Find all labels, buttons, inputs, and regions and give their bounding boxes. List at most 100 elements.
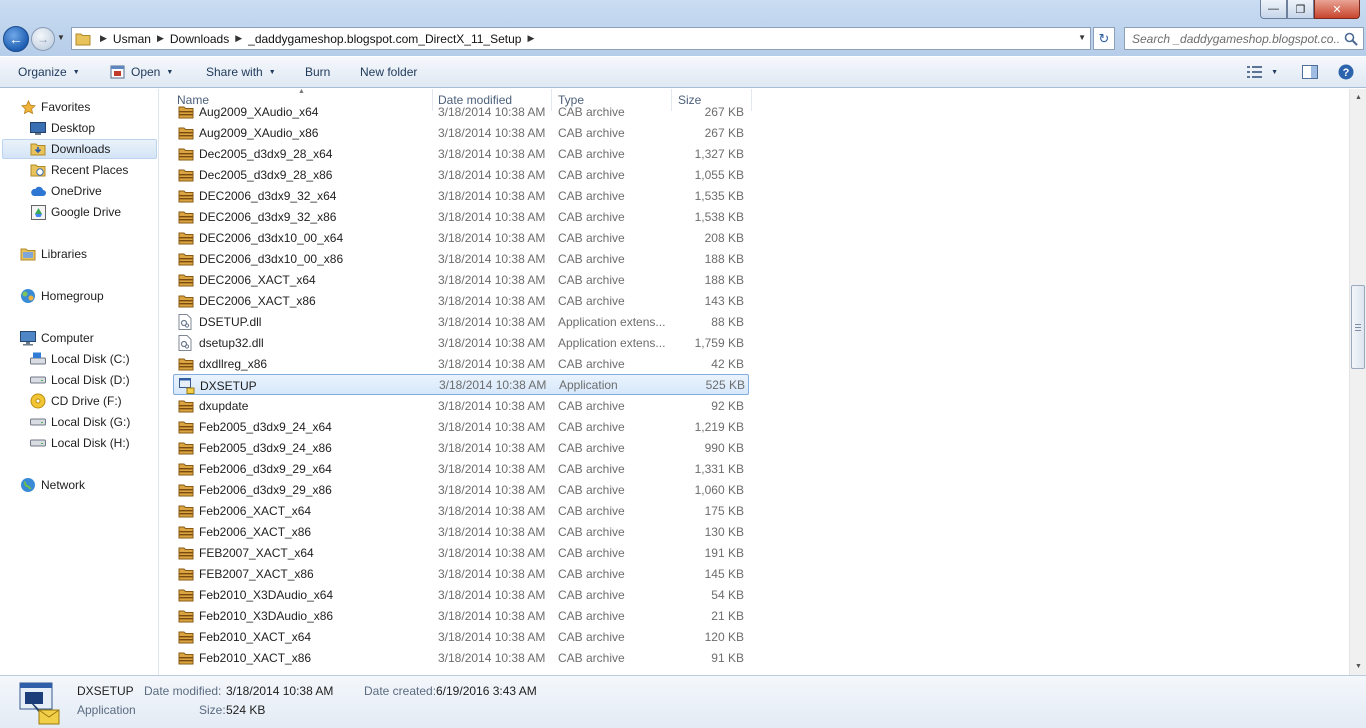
nav-downloads[interactable]: Downloads bbox=[2, 139, 157, 159]
nav-favorites[interactable]: Favorites bbox=[20, 97, 90, 117]
file-name-cell[interactable]: FEB2007_XACT_x86 bbox=[178, 563, 314, 584]
nav-recent-places[interactable]: Recent Places bbox=[30, 160, 128, 180]
nav-local-disk-h[interactable]: Local Disk (H:) bbox=[30, 433, 130, 453]
help-icon[interactable]: ? bbox=[1338, 64, 1354, 80]
file-row[interactable]: Aug2009_XAudio_x86 3/18/2014 10:38 AM CAB … bbox=[173, 122, 749, 143]
file-name-cell[interactable]: Feb2006_d3dx9_29_x86 bbox=[178, 479, 332, 500]
file-row[interactable]: DEC2006_d3dx9_32_x64 3/18/2014 10:38 AM CA… bbox=[173, 185, 749, 206]
file-name-cell[interactable]: dxdllreg_x86 bbox=[178, 353, 267, 374]
file-row[interactable]: Feb2006_XACT_x64 3/18/2014 10:38 AM CAB ar… bbox=[173, 500, 749, 521]
file-name-cell[interactable]: FEB2007_XACT_x64 bbox=[178, 542, 314, 563]
file-name-cell[interactable]: DEC2006_d3dx9_32_x64 bbox=[178, 185, 336, 206]
nav-network[interactable]: Network bbox=[20, 475, 85, 495]
file-row[interactable]: DEC2006_d3dx9_32_x86 3/18/2014 10:38 AM CA… bbox=[173, 206, 749, 227]
file-name-cell[interactable]: DEC2006_d3dx9_32_x86 bbox=[178, 206, 336, 227]
breadcrumb-current-folder[interactable]: _daddygameshop.blogspot.com_DirectX_11_S… bbox=[248, 32, 521, 46]
file-name-cell[interactable]: Feb2006_XACT_x86 bbox=[178, 521, 311, 542]
file-row[interactable]: Feb2005_d3dx9_24_x86 3/18/2014 10:38 AM CA… bbox=[173, 437, 749, 458]
file-name-cell[interactable]: DEC2006_XACT_x86 bbox=[178, 290, 316, 311]
breadcrumb-downloads[interactable]: Downloads bbox=[170, 32, 229, 46]
search-input[interactable]: Search _daddygameshop.blogspot.co... bbox=[1124, 27, 1364, 50]
file-row[interactable]: DEC2006_XACT_x86 3/18/2014 10:38 AM CAB ar… bbox=[173, 290, 749, 311]
file-name-cell[interactable]: Feb2010_XACT_x64 bbox=[178, 626, 311, 647]
breadcrumb-separator-icon[interactable]: ▶ bbox=[151, 33, 170, 44]
breadcrumb-separator-icon[interactable]: ▶ bbox=[229, 33, 248, 44]
organize-button[interactable]: Organize ▼ bbox=[18, 65, 80, 79]
nav-homegroup[interactable]: Homegroup bbox=[20, 286, 104, 306]
file-name-cell[interactable]: dxupdate bbox=[178, 395, 248, 416]
back-button[interactable]: ← bbox=[3, 26, 29, 52]
file-row[interactable]: Feb2010_X3DAudio_x64 3/18/2014 10:38 AM CA… bbox=[173, 584, 749, 605]
breadcrumb-separator-icon[interactable]: ▶ bbox=[521, 33, 540, 44]
file-name-cell[interactable]: Feb2005_d3dx9_24_x86 bbox=[178, 437, 332, 458]
refresh-button[interactable]: ↻ bbox=[1093, 27, 1115, 50]
file-row[interactable]: dxdllreg_x86 3/18/2014 10:38 AM CAB archiv… bbox=[173, 353, 749, 374]
file-name-cell[interactable]: Feb2010_X3DAudio_x86 bbox=[178, 605, 333, 626]
nav-local-disk-c[interactable]: Local Disk (C:) bbox=[30, 349, 130, 369]
nav-libraries[interactable]: Libraries bbox=[20, 244, 87, 264]
file-row[interactable]: Feb2010_X3DAudio_x86 3/18/2014 10:38 AM CA… bbox=[173, 605, 749, 626]
file-name-cell[interactable]: DEC2006_d3dx10_00_x86 bbox=[178, 248, 343, 269]
file-row[interactable]: Feb2005_d3dx9_24_x64 3/18/2014 10:38 AM CA… bbox=[173, 416, 749, 437]
file-row[interactable]: DSETUP.dll 3/18/2014 10:38 AM Application … bbox=[173, 311, 749, 332]
file-row[interactable]: dsetup32.dll 3/18/2014 10:38 AM Applicatio… bbox=[173, 332, 749, 353]
breadcrumb-usman[interactable]: Usman bbox=[113, 32, 151, 46]
file-name-cell[interactable]: Aug2009_XAudio_x64 bbox=[178, 101, 318, 122]
file-name-cell[interactable]: DEC2006_XACT_x64 bbox=[178, 269, 316, 290]
file-row[interactable]: DEC2006_XACT_x64 3/18/2014 10:38 AM CAB ar… bbox=[173, 269, 749, 290]
search-icon[interactable] bbox=[1344, 32, 1358, 49]
file-row[interactable]: Feb2010_XACT_x64 3/18/2014 10:38 AM CAB ar… bbox=[173, 626, 749, 647]
file-row[interactable]: FEB2007_XACT_x86 3/18/2014 10:38 AM CAB ar… bbox=[173, 563, 749, 584]
file-name-cell[interactable]: DSETUP.dll bbox=[178, 311, 261, 332]
nav-computer[interactable]: Computer bbox=[20, 328, 94, 348]
file-row[interactable]: Feb2006_XACT_x86 3/18/2014 10:38 AM CAB ar… bbox=[173, 521, 749, 542]
open-button[interactable]: Open ▼ bbox=[110, 65, 173, 79]
file-name-cell[interactable]: DXSETUP bbox=[179, 375, 257, 396]
file-name-cell[interactable]: Dec2005_d3dx9_28_x86 bbox=[178, 164, 332, 185]
maximize-button[interactable]: ❐ bbox=[1287, 0, 1314, 19]
file-row[interactable]: Dec2005_d3dx9_28_x86 3/18/2014 10:38 AM CA… bbox=[173, 164, 749, 185]
file-row[interactable]: Feb2010_XACT_x86 3/18/2014 10:38 AM CAB ar… bbox=[173, 647, 749, 668]
file-row[interactable]: DXSETUP 3/18/2014 10:38 AM Application 525 … bbox=[173, 374, 749, 395]
nav-google-drive[interactable]: Google Drive bbox=[30, 202, 121, 222]
file-row[interactable]: Feb2006_d3dx9_29_x86 3/18/2014 10:38 AM CA… bbox=[173, 479, 749, 500]
file-name-cell[interactable]: dsetup32.dll bbox=[178, 332, 264, 353]
file-name-cell[interactable]: Feb2010_X3DAudio_x64 bbox=[178, 584, 333, 605]
file-name-cell[interactable]: Feb2005_d3dx9_24_x64 bbox=[178, 416, 332, 437]
address-bar[interactable]: ▶ Usman ▶ Downloads ▶ _daddygameshop.blo… bbox=[71, 27, 1091, 50]
file-name-cell[interactable]: Feb2006_d3dx9_29_x64 bbox=[178, 458, 332, 479]
file-row[interactable]: DEC2006_d3dx10_00_x86 3/18/2014 10:38 AM C… bbox=[173, 248, 749, 269]
change-view-icon[interactable] bbox=[1247, 66, 1263, 78]
close-button[interactable]: ✕ bbox=[1314, 0, 1360, 19]
minimize-button[interactable]: — bbox=[1260, 0, 1287, 19]
scroll-down-arrow-icon[interactable]: ▼ bbox=[1350, 658, 1366, 675]
breadcrumb-separator-icon[interactable]: ▶ bbox=[94, 33, 113, 44]
vertical-scrollbar[interactable]: ▲ ▼ bbox=[1349, 89, 1366, 675]
nav-onedrive[interactable]: OneDrive bbox=[30, 181, 102, 201]
nav-cd-drive-f[interactable]: CD Drive (F:) bbox=[30, 391, 122, 411]
file-name-cell[interactable]: Feb2010_XACT_x86 bbox=[178, 647, 311, 668]
file-row[interactable]: Dec2005_d3dx9_28_x64 3/18/2014 10:38 AM CA… bbox=[173, 143, 749, 164]
view-options-dropdown-icon[interactable]: ▼ bbox=[1271, 69, 1278, 76]
nav-local-disk-g[interactable]: Local Disk (G:) bbox=[30, 412, 130, 432]
burn-button[interactable]: Burn bbox=[305, 65, 330, 79]
share-with-button[interactable]: Share with ▼ bbox=[206, 65, 276, 79]
file-row[interactable]: FEB2007_XACT_x64 3/18/2014 10:38 AM CAB ar… bbox=[173, 542, 749, 563]
file-row[interactable]: Aug2009_XAudio_x64 3/18/2014 10:38 AM CAB … bbox=[173, 101, 749, 122]
preview-pane-icon[interactable] bbox=[1302, 65, 1318, 79]
file-name-cell[interactable]: Dec2005_d3dx9_28_x64 bbox=[178, 143, 332, 164]
file-name-cell[interactable]: DEC2006_d3dx10_00_x64 bbox=[178, 227, 343, 248]
file-name-cell[interactable]: Feb2006_XACT_x64 bbox=[178, 500, 311, 521]
scroll-up-arrow-icon[interactable]: ▲ bbox=[1350, 89, 1366, 106]
nav-desktop[interactable]: Desktop bbox=[30, 118, 95, 138]
new-folder-button[interactable]: New folder bbox=[360, 65, 417, 79]
file-row[interactable]: DEC2006_d3dx10_00_x64 3/18/2014 10:38 AM C… bbox=[173, 227, 749, 248]
file-row[interactable]: Feb2006_d3dx9_29_x64 3/18/2014 10:38 AM CA… bbox=[173, 458, 749, 479]
forward-button[interactable]: → bbox=[31, 27, 55, 51]
scrollbar-thumb[interactable] bbox=[1351, 285, 1365, 369]
recent-pages-dropdown[interactable]: ▼ bbox=[57, 33, 65, 42]
address-history-dropdown[interactable]: ▼ bbox=[1078, 33, 1086, 42]
nav-local-disk-d[interactable]: Local Disk (D:) bbox=[30, 370, 130, 390]
file-row[interactable]: dxupdate 3/18/2014 10:38 AM CAB archive 92 … bbox=[173, 395, 749, 416]
file-name-cell[interactable]: Aug2009_XAudio_x86 bbox=[178, 122, 318, 143]
